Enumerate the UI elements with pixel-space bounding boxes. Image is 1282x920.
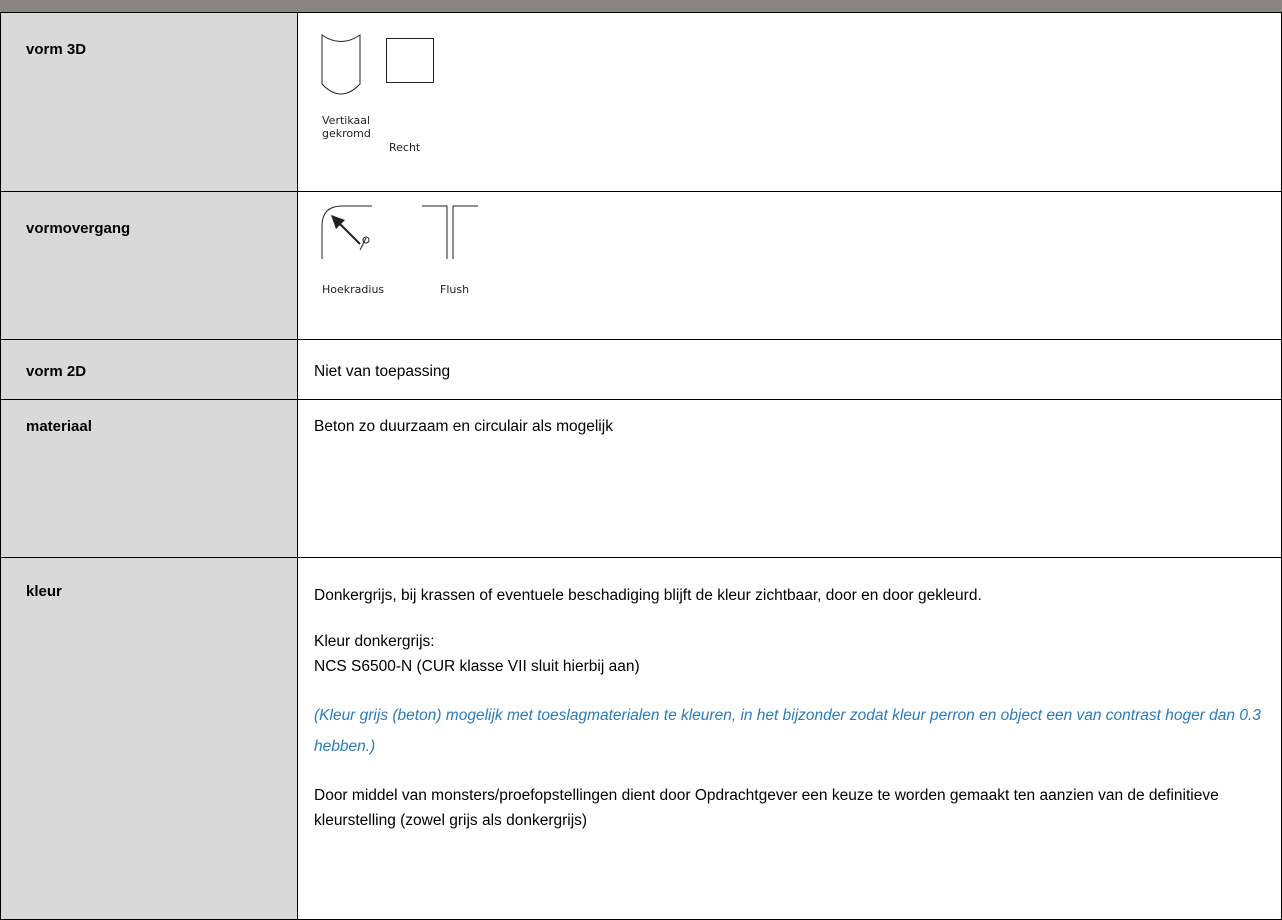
shape-caption: Flush: [440, 283, 470, 296]
row-label: kleur: [0, 557, 298, 920]
corner-radius-icon: [321, 205, 372, 259]
kleur-selection-text: Door middel van monsters/proefopstelling…: [314, 787, 1219, 829]
row-value: Beton zo duurzaam en circulair als mogel…: [297, 399, 1282, 558]
table-row: vorm 2D Niet van toepassing: [0, 339, 1282, 400]
table-row: materiaal Beton zo duurzaam en circulair…: [0, 399, 1282, 558]
shape-caption: Hoekradius: [322, 283, 385, 296]
table-row: vorm 3D Vertikaal gekromd Recht: [0, 12, 1282, 192]
row-value: Niet van toepassing: [297, 339, 1282, 400]
row-label: materiaal: [0, 399, 298, 558]
table-row: vormovergang Hoekradius Flush: [0, 191, 1282, 340]
kleur-description: Donkergrijs, bij krassen of eventuele be…: [314, 587, 982, 604]
kleur-note: (Kleur grijs (beton) mogelijk met toesla…: [314, 707, 1261, 755]
shape-options: Vertikaal gekromd Recht: [314, 13, 1281, 191]
shape-options: Hoekradius Flush: [314, 192, 1281, 339]
spec-table: vorm 3D Vertikaal gekromd Recht vormover…: [0, 12, 1282, 920]
shape-caption: Vertikaal gekromd: [322, 114, 371, 140]
row-label: vorm 2D: [0, 339, 298, 400]
vertical-curved-shape-icon: [321, 34, 361, 95]
row-value: Hoekradius Flush: [297, 191, 1282, 340]
row-value: Donkergrijs, bij krassen of eventuele be…: [297, 557, 1282, 920]
row-label: vorm 3D: [0, 12, 298, 192]
flush-icon: [422, 205, 478, 259]
row-label: vormovergang: [0, 191, 298, 340]
kleur-code: NCS S6500-N (CUR klasse VII sluit hierbi…: [314, 658, 640, 675]
table-row: kleur Donkergrijs, bij krassen of eventu…: [0, 557, 1282, 920]
row-value: Vertikaal gekromd Recht: [297, 12, 1282, 192]
kleur-heading: Kleur donkergrijs:: [314, 633, 435, 650]
straight-shape-icon: [386, 38, 434, 83]
shape-caption: Recht: [389, 141, 421, 154]
